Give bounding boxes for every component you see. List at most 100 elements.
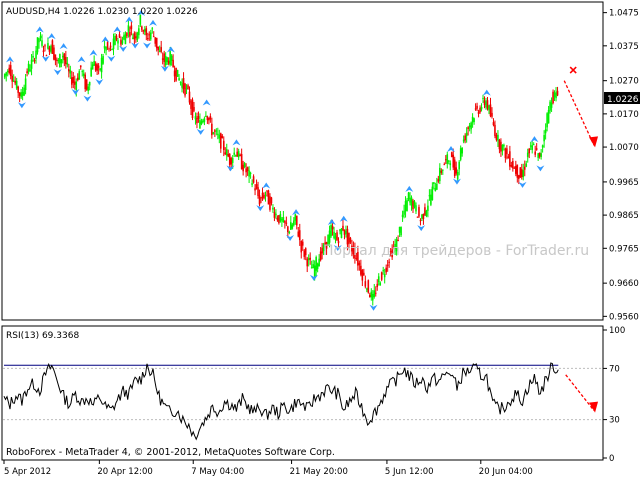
- candle-body: [121, 40, 124, 44]
- candle-body: [345, 230, 347, 234]
- candle-body: [532, 144, 535, 146]
- candle-body: [298, 230, 301, 241]
- candle-body: [379, 282, 382, 286]
- candle-body: [14, 80, 16, 84]
- candle-body: [197, 116, 200, 119]
- candle-body: [97, 65, 100, 69]
- time-tick-label: 20 Jun 04:00: [479, 467, 533, 477]
- candle-body: [368, 294, 371, 298]
- candle-body: [11, 75, 13, 82]
- candle-body: [53, 47, 55, 60]
- candle-body: [152, 36, 155, 38]
- candle-body: [282, 217, 285, 223]
- candle-body: [254, 188, 256, 191]
- candle-body: [444, 159, 447, 161]
- candle-body: [293, 220, 295, 226]
- candle-body: [23, 87, 25, 96]
- candle-body: [272, 207, 274, 210]
- candle-body: [120, 39, 122, 45]
- candle-body: [433, 182, 435, 184]
- candle-body: [234, 155, 237, 157]
- candle-body: [103, 45, 106, 49]
- candle-body: [431, 186, 434, 201]
- candle-body: [123, 35, 125, 40]
- candle-body: [498, 139, 501, 150]
- candle-body: [519, 167, 522, 178]
- candle-body: [187, 85, 189, 89]
- candle-body: [78, 71, 81, 80]
- candle-body: [132, 37, 134, 39]
- price-tick-label: 0.9965: [609, 178, 639, 188]
- candle-body: [69, 70, 72, 74]
- candle-body: [497, 134, 499, 141]
- candle-body: [255, 184, 258, 189]
- candle-body: [21, 91, 24, 96]
- candle-body: [312, 264, 314, 268]
- candle-body: [154, 37, 157, 44]
- candle-body: [373, 290, 376, 298]
- candle-body: [513, 167, 516, 169]
- candle-body: [553, 92, 556, 98]
- candle-body: [149, 32, 152, 40]
- candle-body: [144, 29, 146, 32]
- candle-body: [194, 116, 197, 120]
- candle-body: [158, 50, 161, 52]
- candle-body: [45, 55, 48, 57]
- candle-body: [193, 107, 195, 111]
- candle-body: [516, 164, 519, 178]
- candle-body: [492, 122, 495, 126]
- candle-body: [301, 241, 304, 246]
- candle-body: [422, 213, 425, 219]
- candle-body: [70, 77, 73, 85]
- candle-body: [160, 47, 162, 52]
- candle-body: [170, 55, 173, 61]
- candle-body: [126, 32, 128, 37]
- candle-body: [38, 38, 40, 43]
- candle-body: [328, 230, 331, 243]
- candle-body: [230, 158, 233, 165]
- candle-body: [260, 197, 262, 199]
- candle-body: [94, 63, 97, 71]
- candle-body: [90, 67, 92, 77]
- candle-body: [57, 59, 60, 62]
- candle-body: [315, 257, 317, 271]
- candle-body: [276, 217, 279, 221]
- candle-body: [51, 40, 54, 54]
- candle-body: [219, 133, 222, 149]
- candle-body: [221, 135, 224, 139]
- candle-body: [534, 151, 536, 155]
- candle-body: [358, 262, 361, 266]
- candle-body: [17, 86, 19, 93]
- candle-body: [211, 123, 213, 136]
- candle-body: [47, 43, 49, 49]
- candle-body: [164, 56, 167, 66]
- candle-body: [59, 54, 61, 68]
- candle-body: [515, 166, 517, 174]
- candle-body: [18, 92, 21, 96]
- candle-body: [203, 118, 206, 122]
- rsi-header: RSI(13) 69.3368: [6, 331, 79, 341]
- candle-body: [300, 240, 303, 253]
- footer-copyright: RoboForex - MetaTrader 4, © 2001-2012, M…: [6, 447, 335, 458]
- candle-body: [32, 55, 34, 58]
- candle-body: [252, 176, 255, 183]
- candle-body: [227, 154, 230, 157]
- candle-body: [459, 148, 462, 160]
- candle-body: [538, 152, 541, 157]
- candle-body: [388, 261, 390, 263]
- candle-body: [263, 195, 265, 199]
- price-axis: 1.0475 1.0375 1.0270 1.0170 1.0070 0.9965 0.98…: [603, 9, 639, 322]
- candle-body: [236, 151, 238, 157]
- candle-body: [275, 213, 277, 216]
- candle-body: [267, 190, 270, 205]
- candle-body: [471, 116, 474, 123]
- candle-body: [48, 47, 51, 52]
- candle-body: [476, 105, 478, 109]
- candle-body: [133, 33, 136, 40]
- candle-body: [91, 64, 94, 70]
- watermark: Портал для трейдеров - ForTrader.ru: [323, 243, 589, 259]
- time-tick-label: 7 May 04:00: [191, 467, 244, 477]
- candle-body: [446, 154, 449, 164]
- candle-body: [370, 291, 373, 298]
- candle-body: [430, 194, 432, 205]
